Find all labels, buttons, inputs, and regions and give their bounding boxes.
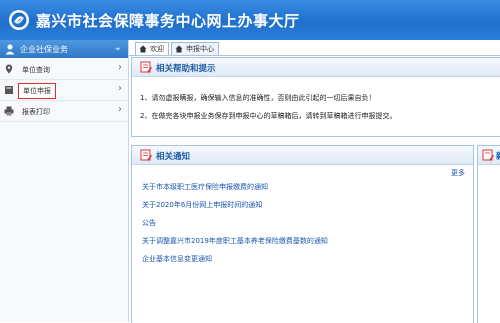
app-header: 嘉兴市社会保障事务中心网上办事大厅 — [0, 0, 500, 40]
notice-link[interactable]: 企业基本信息变更通知 — [142, 254, 212, 264]
note-edit-icon — [482, 149, 494, 161]
tab-declaration-center[interactable]: 申报中心 — [171, 42, 219, 55]
help-panel: 相关帮助和提示 1、请勿虚报瞒报，确保输入信息的准确性，否则由此引起的一切后果自… — [131, 57, 500, 137]
logo-icon — [9, 10, 29, 30]
help-line: 2、在做完各块申报业务保存到申报中心的草稿箱后，请转到草稿箱进行申报提交。 — [140, 112, 397, 120]
user-icon — [5, 44, 15, 55]
more-link[interactable]: 更多 — [451, 168, 465, 178]
tab-welcome[interactable]: 欢迎 — [135, 42, 169, 55]
chevron-down-icon: ⌄ — [113, 42, 122, 53]
sidebar-item-label: 单位查询 — [22, 66, 50, 74]
note-edit-icon — [140, 149, 152, 161]
printer-icon — [4, 106, 14, 116]
tab-bar: 欢迎 申报中心 — [129, 40, 500, 56]
home-icon — [175, 45, 183, 53]
book-icon — [5, 86, 13, 94]
notice-panel-header: 相关通知 — [132, 146, 473, 165]
help-panel-title: 相关帮助和提示 — [156, 64, 216, 74]
help-panel-header: 相关帮助和提示 — [132, 58, 500, 77]
sidebar-item-label: 单位申报 — [18, 83, 56, 99]
app-title: 嘉兴市社会保障事务中心网上办事大厅 — [36, 12, 300, 30]
notice-link[interactable]: 公告 — [142, 218, 156, 228]
notice-panel: 相关通知 更多 关于市本级职工医疗保险申报缴费的通知 关于2020年6月份网上申… — [131, 145, 474, 323]
help-line: 1、请勿虚报瞒报，确保输入信息的准确性，否则由此引起的一切后果自负！ — [140, 94, 376, 102]
tab-label: 申报中心 — [186, 45, 214, 53]
note-edit-icon — [140, 61, 152, 73]
sidebar-item-unit-query[interactable]: 单位查询 › — [0, 59, 128, 80]
sidebar-item-report-print[interactable]: 报表打印 › — [0, 101, 128, 122]
chevron-right-icon: › — [118, 62, 122, 73]
chevron-right-icon: › — [118, 83, 122, 94]
notice-link[interactable]: 关于调整嘉兴市2019年度职工基本养老保险缴费基数的通知 — [142, 236, 328, 246]
sidebar-item-unit-declare[interactable]: 单位申报 › — [0, 80, 128, 101]
side-panel: 新 — [477, 145, 500, 323]
sidebar: 企业社保业务 ⌄ 单位查询 › 单位申报 › 报表打印 › — [0, 40, 129, 322]
notice-link[interactable]: 关于市本级职工医疗保险申报缴费的通知 — [142, 182, 268, 192]
chevron-right-icon: › — [118, 104, 122, 115]
sidebar-header[interactable]: 企业社保业务 ⌄ — [0, 40, 128, 58]
location-pin-icon — [5, 64, 13, 74]
home-icon — [139, 45, 147, 53]
side-panel-title: 新 — [496, 150, 500, 162]
sidebar-header-label: 企业社保业务 — [20, 45, 68, 54]
sidebar-item-label: 报表打印 — [22, 108, 50, 116]
tab-label: 欢迎 — [150, 45, 164, 53]
notice-link[interactable]: 关于2020年6月份网上申报时间的通知 — [142, 200, 262, 210]
side-panel-header: 新 — [478, 146, 500, 165]
notice-panel-title: 相关通知 — [156, 152, 191, 162]
